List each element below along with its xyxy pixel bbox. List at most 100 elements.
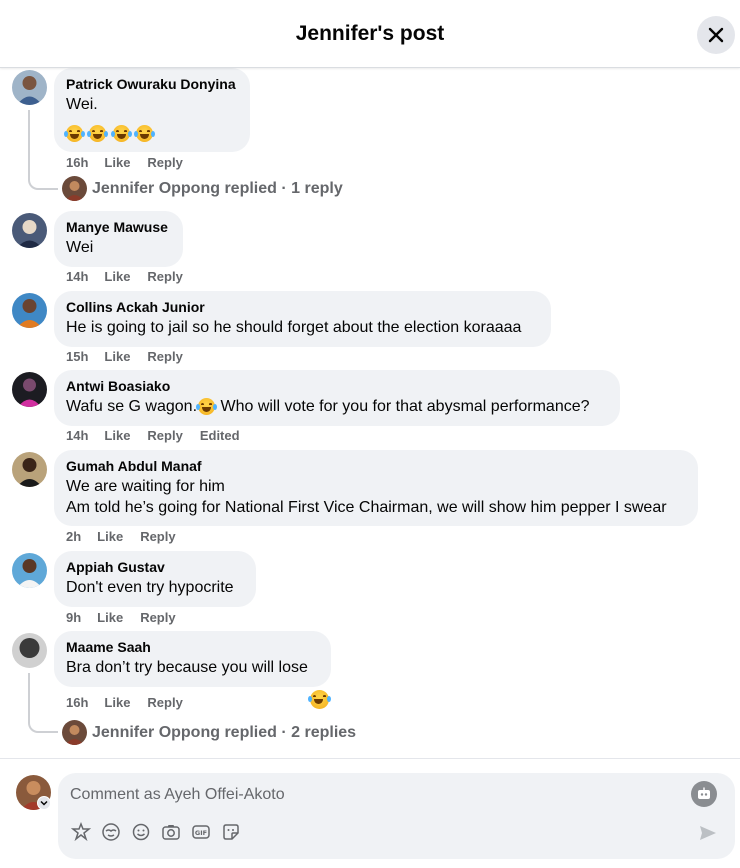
send-button[interactable] bbox=[697, 822, 719, 844]
avatar[interactable] bbox=[12, 633, 47, 668]
comment-author[interactable]: Appiah Gustav bbox=[66, 558, 243, 577]
comment-time[interactable]: 14h bbox=[66, 428, 88, 443]
like-button[interactable]: Like bbox=[97, 610, 123, 625]
avatar-sticker-button[interactable] bbox=[70, 821, 92, 843]
comment-bubble: Antwi Boasiako Wafu se G wagon. Who will… bbox=[54, 370, 620, 426]
reply-button[interactable]: Reply bbox=[140, 529, 175, 544]
ai-assistant-button[interactable] bbox=[691, 781, 717, 807]
comment-text: Wei bbox=[66, 239, 94, 256]
smiley-icon bbox=[132, 823, 150, 841]
sticker-icon bbox=[223, 824, 239, 840]
comment-text: He is going to jail so he should forget … bbox=[66, 319, 522, 336]
avatar bbox=[62, 720, 87, 745]
photo-button[interactable] bbox=[160, 821, 182, 843]
gif-button[interactable]: GIF bbox=[190, 821, 212, 843]
laughing-emoji-icon bbox=[64, 125, 85, 143]
comment-actions: 2h Like Reply bbox=[66, 529, 193, 544]
emoji-row bbox=[64, 125, 237, 143]
comment-box: GIF bbox=[58, 773, 735, 859]
close-icon bbox=[708, 27, 724, 43]
comment-text: Don't even try hypocrite bbox=[66, 579, 234, 596]
laughing-emoji-icon bbox=[134, 125, 156, 143]
comment-composer: GIF bbox=[0, 758, 740, 868]
avatar[interactable] bbox=[12, 452, 47, 487]
avatar[interactable] bbox=[12, 70, 47, 105]
comment-author[interactable]: Maame Saah bbox=[66, 638, 318, 657]
sticker-button[interactable] bbox=[220, 821, 242, 843]
comment-text: Bra don’t try because you will lose bbox=[66, 659, 308, 676]
comment-author[interactable]: Manye Mawuse bbox=[66, 218, 170, 237]
reply-button[interactable]: Reply bbox=[140, 610, 175, 625]
comment-text-part: Who will vote for you for that abysmal p… bbox=[216, 398, 590, 415]
robot-icon bbox=[698, 787, 710, 799]
comments-feed[interactable]: Patrick Owuraku Donyina Wei. 16h Like Re… bbox=[0, 68, 740, 758]
comment-actions: 16h Like Reply bbox=[66, 695, 200, 710]
effects-icon bbox=[102, 823, 120, 841]
effects-button[interactable] bbox=[100, 821, 122, 843]
comment-input[interactable] bbox=[70, 783, 670, 807]
gif-icon: GIF bbox=[192, 825, 210, 839]
comment-text: Wei. bbox=[66, 96, 98, 113]
comment-time[interactable]: 16h bbox=[66, 155, 88, 170]
reply-button[interactable]: Reply bbox=[147, 428, 182, 443]
comment-bubble: Maame Saah Bra don’t try because you wil… bbox=[54, 631, 331, 687]
reply-button[interactable]: Reply bbox=[147, 155, 182, 170]
comment-bubble: Collins Ackah Junior He is going to jail… bbox=[54, 291, 551, 347]
like-button[interactable]: Like bbox=[97, 529, 123, 544]
comment-bubble: Manye Mawuse Wei bbox=[54, 211, 183, 267]
comment-actions: 16h Like Reply bbox=[66, 155, 200, 170]
comment-text: Am told he’s going for National First Vi… bbox=[66, 499, 667, 516]
camera-icon bbox=[162, 825, 180, 840]
comment-bubble: Gumah Abdul Manaf We are waiting for him… bbox=[54, 450, 698, 526]
thread-connector bbox=[28, 673, 58, 733]
send-icon bbox=[700, 826, 716, 840]
comment-time[interactable]: 2h bbox=[66, 529, 81, 544]
avatar[interactable] bbox=[12, 553, 47, 588]
comment-actions: 14h Like Reply bbox=[66, 269, 200, 284]
laughing-emoji-icon bbox=[110, 125, 132, 143]
comment-time[interactable]: 14h bbox=[66, 269, 88, 284]
comment-time[interactable]: 16h bbox=[66, 695, 88, 710]
like-button[interactable]: Like bbox=[104, 269, 130, 284]
comment-time[interactable]: 9h bbox=[66, 610, 81, 625]
replies-summary[interactable]: Jennifer Oppong replied · 1 reply bbox=[92, 180, 343, 198]
avatar[interactable] bbox=[12, 372, 47, 407]
replies-summary[interactable]: Jennifer Oppong replied · 2 replies bbox=[92, 724, 356, 742]
avatar[interactable] bbox=[12, 293, 47, 328]
comment-bubble: Appiah Gustav Don't even try hypocrite bbox=[54, 551, 256, 607]
comment-actions: 15h Like Reply bbox=[66, 349, 200, 364]
laughing-emoji-icon bbox=[196, 398, 218, 416]
comment-text-part: Wafu se G wagon. bbox=[66, 398, 198, 415]
chevron-down-icon bbox=[40, 800, 48, 806]
comment-author[interactable]: Gumah Abdul Manaf bbox=[66, 457, 685, 476]
thread-connector bbox=[28, 110, 58, 190]
comment-text: We are waiting for him bbox=[66, 478, 225, 495]
laughing-emoji-icon bbox=[87, 125, 109, 143]
close-button[interactable] bbox=[697, 16, 735, 54]
reply-button[interactable]: Reply bbox=[147, 349, 182, 364]
comment-author[interactable]: Patrick Owuraku Donyina bbox=[66, 75, 237, 94]
profile-switch-button[interactable] bbox=[37, 796, 51, 810]
post-dialog-header: Jennifer's post bbox=[0, 0, 740, 68]
reply-button[interactable]: Reply bbox=[147, 269, 182, 284]
like-button[interactable]: Like bbox=[104, 155, 130, 170]
dialog-title: Jennifer's post bbox=[295, 21, 445, 45]
reply-button[interactable]: Reply bbox=[147, 695, 182, 710]
edited-label[interactable]: Edited bbox=[200, 428, 240, 443]
avatar[interactable] bbox=[12, 213, 47, 248]
emoji-button[interactable] bbox=[130, 821, 152, 843]
comment-actions: 9h Like Reply bbox=[66, 610, 193, 625]
comment-author[interactable]: Collins Ackah Junior bbox=[66, 298, 538, 317]
view-replies-link[interactable]: Jennifer Oppong replied · 1 reply bbox=[62, 176, 343, 201]
composer-toolbar: GIF bbox=[70, 821, 242, 843]
like-button[interactable]: Like bbox=[104, 428, 130, 443]
comment-actions: 14h Like Reply Edited bbox=[66, 428, 257, 443]
comment-author[interactable]: Antwi Boasiako bbox=[66, 377, 607, 396]
view-replies-link[interactable]: Jennifer Oppong replied · 2 replies bbox=[62, 720, 356, 745]
comment-time[interactable]: 15h bbox=[66, 349, 88, 364]
like-button[interactable]: Like bbox=[104, 695, 130, 710]
like-button[interactable]: Like bbox=[104, 349, 130, 364]
avatar-sticker-icon bbox=[71, 822, 91, 842]
comment-bubble: Patrick Owuraku Donyina Wei. bbox=[54, 68, 250, 152]
avatar bbox=[62, 176, 87, 201]
